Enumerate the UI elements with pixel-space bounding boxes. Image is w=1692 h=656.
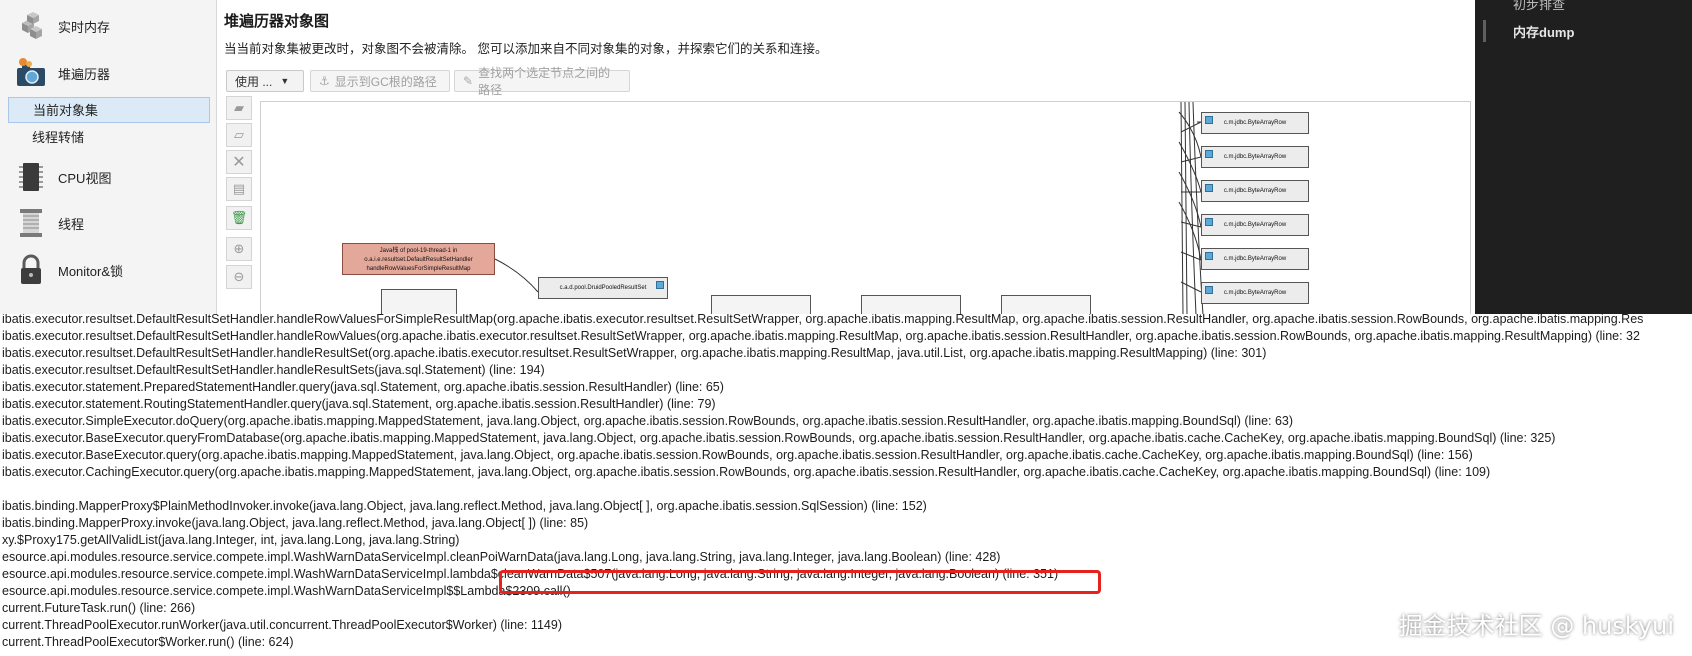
stack-frame[interactable]: xy.$Proxy175.getAllValidList(java.lang.I… xyxy=(2,532,459,549)
node-expand-icon xyxy=(1205,286,1213,294)
layout-button[interactable]: ▤ xyxy=(226,177,252,201)
zoom-out-icon: ⊖ xyxy=(233,269,245,284)
graph-node[interactable] xyxy=(381,289,457,314)
trash-icon: 🗑 xyxy=(230,210,248,225)
java-stack-root-node[interactable]: Java栈 of pool-19-thread-1 in o.a.i.e.res… xyxy=(342,243,495,275)
graph-node[interactable] xyxy=(861,295,961,314)
pencil-icon: ✎ xyxy=(463,74,474,88)
node-expand-icon xyxy=(1205,150,1213,158)
byte-array-row-node[interactable]: c.m.jdbc.ByteArrayRow xyxy=(1201,180,1309,202)
byte-array-row-node[interactable]: c.m.jdbc.ByteArrayRow xyxy=(1201,214,1309,236)
anchor-icon: ⚓ xyxy=(319,74,330,88)
remove-node-button[interactable]: ▱ xyxy=(226,123,252,147)
node-expand-icon xyxy=(656,281,664,289)
layout-icon: ▤ xyxy=(232,181,246,196)
cubes-icon xyxy=(14,9,48,43)
byte-array-row-node[interactable]: c.m.jdbc.ByteArrayRow xyxy=(1201,146,1309,168)
graph-node[interactable] xyxy=(1001,295,1091,314)
page-description: 当当前对象集被更改时，对象图不会被清除。 您可以添加来自不同对象集的对象，并探索… xyxy=(224,42,828,56)
sidebar-item-label: 实时内存 xyxy=(58,19,111,35)
stack-frame[interactable]: ibatis.executor.resultset.DefaultResultS… xyxy=(2,362,545,379)
use-dropdown-label: 使用 ... xyxy=(235,74,273,89)
find-path-between-nodes-label: 查找两个选定节点之间的路径 xyxy=(478,66,611,97)
node-expand-icon xyxy=(1205,252,1213,260)
camera-icon xyxy=(14,56,48,90)
show-gc-root-path-label: 显示到GC根的路径 xyxy=(334,74,437,89)
node-label: c.a.d.pool.DruidPooledResultSet xyxy=(559,285,647,291)
sidebar-item-label: CPU视图 xyxy=(58,170,112,186)
sidebar-item-label: Monitor&锁 xyxy=(58,263,124,279)
stack-frame[interactable]: ibatis.executor.BaseExecutor.query(org.a… xyxy=(2,447,1473,464)
thread-spool-icon xyxy=(14,206,48,240)
node-label: c.m.jdbc.ByteArrayRow xyxy=(1223,154,1287,160)
zoom-in-icon: ⊕ xyxy=(233,241,245,256)
root-node-line: handleRowValuesForSimpleResultMap xyxy=(366,266,471,272)
stack-frame[interactable]: current.FutureTask.run() (line: 266) xyxy=(2,600,195,617)
sidebar: 实时内存 堆遍历器 当前对象集 线程转储 CPU视图 线程 Monitor&锁 xyxy=(0,0,217,314)
stack-frame[interactable]: ibatis.executor.BaseExecutor.queryFromDa… xyxy=(2,430,1555,447)
stack-frame[interactable]: ibatis.executor.resultset.DefaultResultS… xyxy=(2,328,1640,345)
stack-frame[interactable]: ibatis.executor.statement.RoutingStateme… xyxy=(2,396,716,413)
sidebar-item-monitor-locks[interactable]: Monitor&锁 xyxy=(14,252,123,288)
node-expand-icon xyxy=(1205,218,1213,226)
sidebar-item-label: 堆遍历器 xyxy=(58,66,111,82)
byte-array-row-node[interactable]: c.m.jdbc.ByteArrayRow xyxy=(1201,282,1309,304)
use-dropdown-button[interactable]: 使用 ... ▼ xyxy=(226,70,304,92)
node-label: c.m.jdbc.ByteArrayRow xyxy=(1223,290,1287,296)
heap-walker-panel: 堆遍历器对象图 当当前对象集被更改时，对象图不会被清除。 您可以添加来自不同对象… xyxy=(217,0,1475,314)
move-node-icon: ▰ xyxy=(234,100,244,115)
stack-frame[interactable]: ibatis.executor.SimpleExecutor.doQuery(o… xyxy=(2,413,1293,430)
graph-node[interactable] xyxy=(711,295,811,314)
node-label: c.m.jdbc.ByteArrayRow xyxy=(1223,188,1287,194)
outline-item-memory-dump[interactable]: 内存dump xyxy=(1513,22,1574,41)
outline-item-initial-check[interactable]: 初步排查 xyxy=(1513,0,1565,13)
stack-frame[interactable]: ibatis.executor.resultset.DefaultResultS… xyxy=(2,314,1643,328)
byte-array-row-node[interactable]: c.m.jdbc.ByteArrayRow xyxy=(1201,112,1309,134)
show-gc-root-path-button[interactable]: ⚓ 显示到GC根的路径 xyxy=(310,70,450,92)
stack-frame[interactable]: current.ThreadPoolExecutor.runWorker(jav… xyxy=(2,617,562,634)
outline-panel: 初步排查 内存dump xyxy=(1475,0,1692,314)
stack-frame[interactable]: ibatis.executor.resultset.DefaultResultS… xyxy=(2,345,1266,362)
druid-pooled-resultset-node[interactable]: c.a.d.pool.DruidPooledResultSet xyxy=(538,277,668,299)
trash-button[interactable]: 🗑 xyxy=(226,206,252,230)
cpu-chip-icon xyxy=(14,160,48,194)
find-path-between-nodes-button[interactable]: ✎ 查找两个选定节点之间的路径 xyxy=(454,66,630,97)
stack-frame[interactable]: ibatis.binding.MapperProxy$PlainMethodIn… xyxy=(2,498,927,515)
node-label: c.m.jdbc.ByteArrayRow xyxy=(1223,120,1287,126)
move-node-button[interactable]: ▰ xyxy=(226,96,252,120)
stack-frame[interactable]: esource.api.modules.resource.service.com… xyxy=(2,583,571,600)
watermark: 掘金技术社区 @ huskyui xyxy=(1398,612,1674,640)
node-expand-icon xyxy=(1205,184,1213,192)
sidebar-item-threads[interactable]: 线程 xyxy=(14,205,84,241)
page-title: 堆遍历器对象图 xyxy=(224,13,330,30)
active-item-indicator xyxy=(1483,20,1486,42)
lock-icon xyxy=(14,253,48,287)
node-label: c.m.jdbc.ByteArrayRow xyxy=(1223,256,1287,262)
remove-node-icon: ▱ xyxy=(234,127,244,142)
delete-button[interactable]: ✕ xyxy=(226,150,252,174)
sidebar-subitem-thread-dump[interactable]: 线程转储 xyxy=(8,125,210,151)
chevron-down-icon: ▼ xyxy=(280,76,290,86)
stack-frame[interactable]: current.ThreadPoolExecutor$Worker.run() … xyxy=(2,634,294,651)
root-node-line: o.a.i.e.resultset.DefaultResultSetHandle… xyxy=(364,257,473,263)
sidebar-subitem-current-object-set[interactable]: 当前对象集 xyxy=(8,97,210,123)
stack-frame[interactable]: ibatis.executor.statement.PreparedStatem… xyxy=(2,379,724,396)
sidebar-item-live-memory[interactable]: 实时内存 xyxy=(14,8,110,44)
object-graph-canvas[interactable]: Java栈 of pool-19-thread-1 in o.a.i.e.res… xyxy=(260,101,1471,314)
root-node-line: Java栈 of pool-19-thread-1 in xyxy=(379,248,458,254)
sidebar-item-cpu-view[interactable]: CPU视图 xyxy=(14,159,111,195)
zoom-in-button[interactable]: ⊕ xyxy=(226,237,252,261)
stack-frame[interactable]: ibatis.executor.CachingExecutor.query(or… xyxy=(2,464,1490,481)
sidebar-item-heap-walker[interactable]: 堆遍历器 xyxy=(14,55,110,91)
stack-frame[interactable]: esource.api.modules.resource.service.com… xyxy=(2,549,1000,566)
stack-frame[interactable]: ibatis.binding.MapperProxy.invoke(java.l… xyxy=(2,515,588,532)
zoom-out-button[interactable]: ⊖ xyxy=(226,265,252,289)
node-expand-icon xyxy=(1205,116,1213,124)
stack-frame-highlighted[interactable]: esource.api.modules.resource.service.com… xyxy=(2,566,1058,583)
sidebar-item-label: 线程 xyxy=(58,216,85,232)
node-label: c.m.jdbc.ByteArrayRow xyxy=(1223,222,1287,228)
delete-icon: ✕ xyxy=(232,154,246,171)
byte-array-row-node[interactable]: c.m.jdbc.ByteArrayRow xyxy=(1201,248,1309,270)
stack-trace-panel: ibatis.executor.resultset.DefaultResultS… xyxy=(0,314,1692,656)
